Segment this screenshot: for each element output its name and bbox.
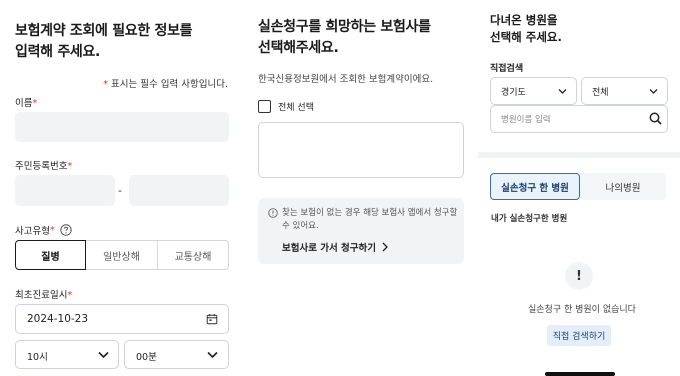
minute-value: 00분 [136,352,157,363]
required-mark: * [67,290,73,301]
select-all-label: 전체 선택 [278,103,314,113]
direct-search-button[interactable]: 직접 검색하기 [547,325,611,346]
hospital-search-input[interactable]: 병원이름 입력 [490,105,668,133]
region-select[interactable]: 경기도 [490,77,577,105]
required-note: * 표시는 필수 입력 사항입니다. [103,76,228,90]
rrn-back-input[interactable] [129,175,229,206]
tab-label: 실손청구 한 병원 [501,182,569,194]
alert-icon: ! [565,262,593,290]
title-line-2: 선택해주세요. [258,40,339,56]
info-line-1: 찾는 보험이 없는 경우 해당 보험사 앱에서 청구할 [282,208,458,218]
minute-select[interactable]: 00분 [124,340,229,369]
hospital-search-placeholder: 병원이름 입력 [501,115,551,125]
name-input[interactable] [15,112,229,142]
chevron-right-icon [382,242,388,252]
first-visit-date-field[interactable]: 2024-10-23 [15,304,229,334]
accident-type-label: 일반상해 [103,251,140,263]
accident-type-label: 교통상해 [174,251,212,263]
info-circle-icon [268,208,278,218]
panel-title: 실손청구를 희망하는 보험사를 선택해주세요. [258,17,431,59]
accident-type-disease[interactable]: 질병 [15,240,86,270]
name-label: 이름* [15,95,37,109]
select-all-row[interactable]: 전체 선택 [258,100,314,113]
calendar-icon[interactable] [206,313,218,325]
rrn-label: 주민등록번호* [15,158,72,172]
insurer-link-text: 보험사로 가서 청구하기 [282,243,377,254]
select-all-checkbox[interactable] [258,100,271,113]
info-notice: 찾는 보험이 없는 경우 해당 보험사 앱에서 청구할 수 있어요. 보험사로 … [258,198,464,264]
required-note-text: 표시는 필수 입력 사항입니다. [111,79,228,90]
claimed-hospitals-label: 내가 실손청구한 병원 [491,214,568,224]
title-line-2: 선택해 주세요. [490,30,562,44]
required-mark: * [32,98,38,109]
info-text: 찾는 보험이 없는 경우 해당 보험사 앱에서 청구할 수 있어요. [282,207,457,233]
district-value: 전체 [592,87,609,98]
required-mark: * [103,79,108,90]
district-select[interactable]: 전체 [581,77,668,105]
hour-value: 10시 [27,352,48,363]
rrn-label-text: 주민등록번호 [15,161,68,172]
tab-my-hospital[interactable]: 나의병원 [580,173,666,200]
alert-glyph: ! [576,268,582,284]
insurer-list [258,122,464,178]
date-value: 2024-10-23 [27,313,89,325]
home-indicator [545,372,615,376]
rrn-front-input[interactable] [15,175,115,206]
name-label-text: 이름 [15,98,33,109]
insurance-info-panel: 보험계약 조회에 필요한 정보를 입력해 주세요. * 표시는 필수 입력 사항… [0,0,240,376]
region-value: 경기도 [501,87,526,98]
section-divider [478,152,680,158]
insurer-select-panel: 실손청구를 희망하는 보험사를 선택해주세요. 한국신용정보원에서 조회한 보험… [240,0,476,376]
rrn-separator: - [118,184,122,197]
search-icon[interactable] [649,112,662,125]
accident-type-label-text: 사고유형 [15,226,50,237]
required-mark: * [49,224,55,236]
chevron-down-icon [649,89,658,94]
title-line-1: 다녀온 병원을 [490,13,558,27]
title-line-1: 보험계약 조회에 필요한 정보를 [15,23,193,39]
direct-search-button-label: 직접 검색하기 [552,332,606,342]
direct-search-label: 직접검색 [490,64,524,74]
info-line-2: 수 있어요. [282,221,319,231]
accident-type-traffic-injury[interactable]: 교통상해 [158,240,229,270]
chevron-down-icon [207,351,218,359]
insurer-subtitle: 한국신용정보원에서 조회한 보험계약이에요. [258,74,434,85]
empty-message: 실손청구 한 병원이 없습니다 [528,305,636,315]
accident-type-general-injury[interactable]: 일반상해 [86,240,158,270]
first-visit-label-text: 최초진료일시 [15,290,68,301]
chevron-down-icon [558,89,567,94]
accident-type-label: 질병 [41,251,60,263]
insurer-link[interactable]: 보험사로 가서 청구하기 [282,240,389,254]
chevron-down-icon [98,351,109,359]
title-line-2: 입력해 주세요. [15,44,101,60]
hour-select[interactable]: 10시 [15,340,119,369]
required-mark: * [67,161,73,172]
title-line-1: 실손청구를 희망하는 보험사를 [258,19,431,35]
tab-label: 나의병원 [605,182,641,194]
accident-type-label: 사고유형 * [15,223,72,237]
question-circle-icon[interactable] [60,224,72,236]
panel-title: 보험계약 조회에 필요한 정보를 입력해 주세요. [15,21,193,63]
panel-title: 다녀온 병원을 선택해 주세요. [490,12,562,46]
tab-claimed-hospital[interactable]: 실손청구 한 병원 [490,173,580,200]
first-visit-label: 최초진료일시* [15,287,72,301]
